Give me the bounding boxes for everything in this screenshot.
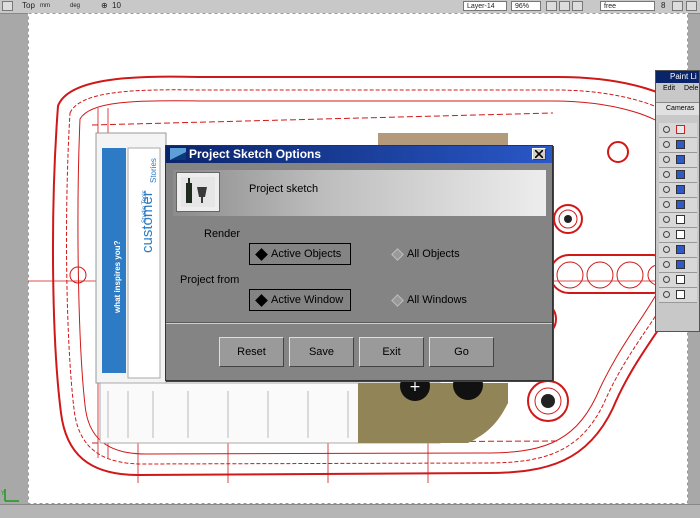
- layer-row[interactable]: [659, 183, 697, 198]
- object-swatch-icon: [676, 260, 685, 269]
- project-from-active-window-label: Active Window: [271, 294, 344, 306]
- dialog-titlebar[interactable]: Project Sketch Options: [166, 146, 552, 163]
- counter-value: 8: [661, 1, 666, 10]
- layer-list: [659, 123, 697, 303]
- visibility-eye-icon[interactable]: [663, 201, 670, 208]
- layer-row[interactable]: [659, 123, 697, 138]
- visibility-eye-icon[interactable]: [663, 216, 670, 223]
- visibility-eye-icon[interactable]: [663, 231, 670, 238]
- render-active-objects-label: Active Objects: [271, 248, 342, 260]
- axis-icon: Y: [1, 489, 19, 502]
- close-icon: [535, 150, 543, 158]
- radio-unselected-icon: [391, 294, 404, 307]
- dialog-header: Project sketch: [173, 170, 546, 216]
- reset-button[interactable]: Reset: [219, 337, 284, 367]
- layer-field[interactable]: Layer-14: [463, 1, 507, 11]
- radio-selected-icon: [255, 248, 268, 261]
- tab-cameras[interactable]: Cameras: [656, 102, 699, 115]
- object-swatch-icon: [676, 200, 685, 209]
- layer-row[interactable]: [659, 138, 697, 153]
- project-from-label: Project from: [180, 274, 240, 286]
- mode-field[interactable]: free: [600, 1, 655, 11]
- visibility-eye-icon[interactable]: [663, 171, 670, 178]
- grid-icon: ⊕: [101, 1, 108, 10]
- layer-row[interactable]: [659, 168, 697, 183]
- layer-row[interactable]: [659, 243, 697, 258]
- render-active-objects-radio[interactable]: Active Objects: [249, 243, 351, 265]
- zoom-fit-icon[interactable]: [559, 1, 570, 11]
- go-button[interactable]: Go: [429, 337, 494, 367]
- visibility-eye-icon[interactable]: [663, 276, 670, 283]
- object-swatch-icon: [676, 290, 685, 299]
- object-swatch-icon: [676, 215, 685, 224]
- render-all-objects-radio[interactable]: All Objects: [386, 243, 466, 265]
- artwork-tagline: what inspires you?: [113, 240, 122, 314]
- object-swatch-icon: [676, 245, 685, 254]
- object-swatch-icon: [676, 275, 685, 284]
- project-sketch-thumbnail: [176, 172, 220, 212]
- visibility-eye-icon[interactable]: [663, 156, 670, 163]
- units-label: mm: [40, 3, 50, 9]
- zoom-in-icon[interactable]: [546, 1, 557, 11]
- project-from-all-windows-radio[interactable]: All Windows: [386, 289, 467, 311]
- paint-panel-menu: Edit Dele: [656, 83, 699, 94]
- project-sketch-options-dialog: Project Sketch Options Project sketch Re…: [165, 145, 553, 381]
- object-swatch-icon: [676, 185, 685, 194]
- visibility-eye-icon[interactable]: [663, 246, 670, 253]
- object-swatch-icon: [676, 125, 685, 134]
- object-swatch-icon: [676, 155, 685, 164]
- visibility-eye-icon[interactable]: [663, 126, 670, 133]
- viewport-close-icon[interactable]: [686, 1, 697, 11]
- artwork-brand: Studio Tools: [142, 190, 148, 223]
- paint-list-panel: Paint Li Edit Dele Cameras: [655, 70, 700, 332]
- render-label: Render: [204, 228, 241, 240]
- app-icon: [170, 148, 186, 160]
- visibility-eye-icon[interactable]: [663, 186, 670, 193]
- layer-row[interactable]: [659, 288, 697, 303]
- exit-button[interactable]: Exit: [359, 337, 424, 367]
- artwork-subheading: Stories: [149, 158, 158, 183]
- project-from-active-window-radio[interactable]: Active Window: [249, 289, 351, 311]
- render-all-objects-label: All Objects: [407, 248, 460, 260]
- dialog-title: Project Sketch Options: [189, 147, 322, 161]
- visibility-eye-icon[interactable]: [663, 291, 670, 298]
- radio-unselected-icon: [391, 248, 404, 261]
- layer-row[interactable]: [659, 213, 697, 228]
- layer-row[interactable]: [659, 258, 697, 273]
- view-label[interactable]: Top: [22, 1, 35, 10]
- project-from-all-windows-label: All Windows: [407, 294, 467, 306]
- object-swatch-icon: [676, 170, 685, 179]
- object-swatch-icon: [676, 140, 685, 149]
- layer-row[interactable]: [659, 273, 697, 288]
- paint-panel-title[interactable]: Paint Li: [656, 71, 699, 83]
- viewport-menu-icon[interactable]: [2, 1, 13, 11]
- dialog-separator: [166, 322, 552, 324]
- object-swatch-icon: [676, 230, 685, 239]
- zoom-field[interactable]: 96%: [511, 1, 541, 11]
- header-title: Project sketch: [249, 183, 319, 195]
- menu-delete[interactable]: Dele: [684, 85, 698, 92]
- layer-row[interactable]: [659, 153, 697, 168]
- viewport-toolbar: Top mm deg ⊕ 10 Layer-14 96% free 8: [0, 0, 700, 14]
- svg-text:+: +: [409, 379, 421, 395]
- visibility-eye-icon[interactable]: [663, 261, 670, 268]
- viewport-maximize-icon[interactable]: [672, 1, 683, 11]
- visibility-eye-icon[interactable]: [663, 141, 670, 148]
- layer-row[interactable]: [659, 198, 697, 213]
- grid-value: 10: [112, 1, 121, 10]
- angle-label: deg: [70, 3, 81, 9]
- radio-selected-icon: [255, 294, 268, 307]
- lock-icon[interactable]: [572, 1, 583, 11]
- status-bar: [0, 504, 700, 518]
- close-button[interactable]: [532, 148, 546, 160]
- layer-row[interactable]: [659, 228, 697, 243]
- save-button[interactable]: Save: [289, 337, 354, 367]
- menu-edit[interactable]: Edit: [663, 85, 675, 92]
- svg-text:Y: Y: [1, 490, 5, 497]
